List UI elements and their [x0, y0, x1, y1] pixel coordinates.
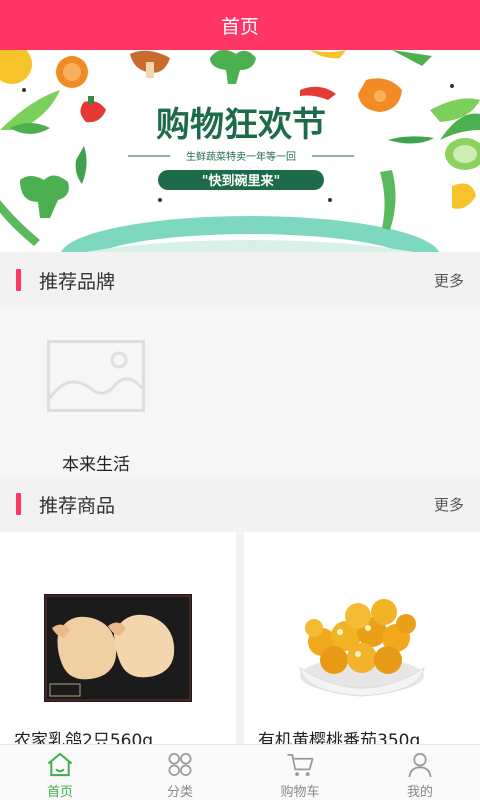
banner-subline: 生鲜蔬菜特卖一年等一回 — [186, 150, 296, 163]
brand-name: 本来生活 — [62, 455, 130, 475]
products-section-title: 推荐商品 — [39, 494, 116, 517]
tab-category-label: 分类 — [166, 785, 193, 800]
products-section-header: 推荐商品 更多 — [0, 476, 480, 532]
category-icon — [168, 753, 192, 776]
tab-profile[interactable]: 我的 — [360, 745, 480, 800]
bottom-tab-bar: 首页 分类 购物车 我的 — [0, 744, 480, 800]
product-card[interactable]: 农家乳鸽2只560g — [0, 532, 236, 752]
squab-product-image — [44, 594, 192, 702]
brands-section-title: 推荐品牌 — [39, 270, 116, 293]
brand-item[interactable]: 本来生活 — [0, 308, 192, 476]
brands-more-link[interactable]: 更多 — [434, 270, 464, 291]
banner-headline: 购物狂欢节 — [156, 105, 326, 145]
brands-section-header: 推荐品牌 更多 — [0, 252, 480, 308]
page-title: 首页 — [220, 15, 259, 38]
banner-tag: "快到碗里来" — [202, 173, 281, 189]
banner-illustration: 购物狂欢节 生鲜蔬菜特卖一年等一回 "快到碗里来" — [0, 50, 480, 252]
tab-profile-label: 我的 — [406, 785, 433, 800]
user-icon — [408, 753, 432, 778]
tab-home-label: 首页 — [46, 785, 73, 800]
tomato-product-image — [299, 599, 425, 697]
product-list: 农家乳鸽2只560g 有机黄樱桃番茄350g — [0, 532, 480, 752]
products-more-link[interactable]: 更多 — [434, 494, 464, 515]
tab-cart[interactable]: 购物车 — [240, 745, 360, 800]
home-icon — [47, 752, 73, 777]
tab-cart-label: 购物车 — [280, 785, 320, 800]
tab-home[interactable]: 首页 — [0, 745, 120, 800]
app-root: 首页 购物狂欢节 生鲜蔬菜特卖一年等一回 "快到碗里来" 推荐品牌 更多 本来生… — [0, 0, 480, 800]
section-accent-bar — [16, 493, 21, 515]
top-bar: 首页 — [0, 0, 480, 50]
cart-icon — [287, 753, 314, 777]
product-card[interactable]: 有机黄樱桃番茄350g — [244, 532, 480, 752]
image-placeholder-icon — [47, 340, 145, 412]
brand-list: 本来生活 — [0, 308, 480, 476]
section-accent-bar — [16, 269, 21, 291]
tab-category[interactable]: 分类 — [120, 745, 240, 800]
promo-banner[interactable]: 购物狂欢节 生鲜蔬菜特卖一年等一回 "快到碗里来" — [0, 50, 480, 252]
